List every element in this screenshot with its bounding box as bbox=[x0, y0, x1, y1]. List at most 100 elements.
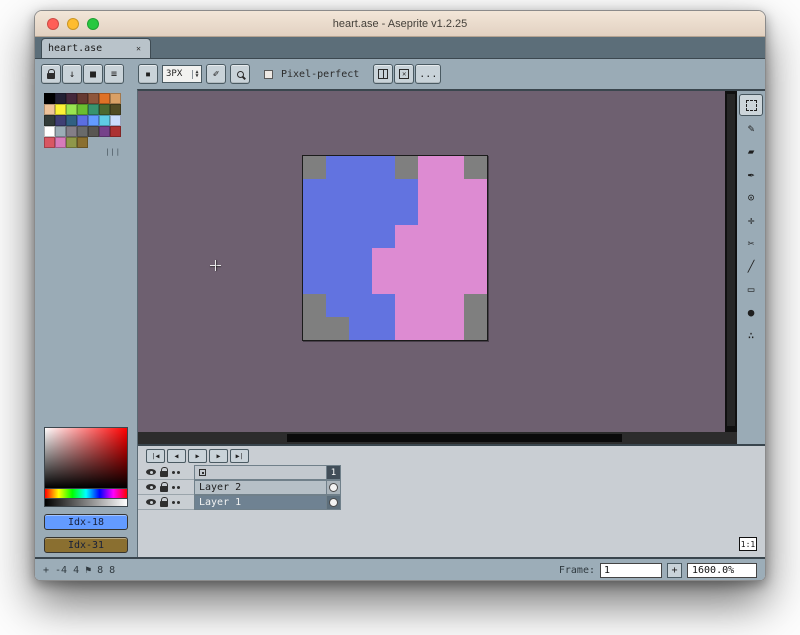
hue-slider[interactable] bbox=[44, 489, 128, 499]
palette-swatch-10[interactable] bbox=[77, 104, 88, 115]
palette-swatch-5[interactable] bbox=[99, 93, 110, 104]
sprite-pixel-7-5[interactable] bbox=[418, 317, 441, 340]
minimize-button[interactable] bbox=[67, 18, 79, 30]
sprite-pixel-3-7[interactable] bbox=[464, 225, 487, 248]
titlebar[interactable]: heart.ase - Aseprite v1.2.25 bbox=[35, 11, 765, 37]
palette-swatch-29[interactable] bbox=[55, 137, 66, 148]
layer-cel-cell[interactable] bbox=[326, 495, 341, 510]
sprite-pixel-0-0[interactable] bbox=[303, 156, 326, 179]
sprite-pixel-6-7[interactable] bbox=[464, 294, 487, 317]
sprite-pixel-6-4[interactable] bbox=[395, 294, 418, 317]
sprite-pixel-7-3[interactable] bbox=[372, 317, 395, 340]
sprite-pixel-5-4[interactable] bbox=[395, 271, 418, 294]
eraser-tool[interactable]: ▰ bbox=[739, 140, 763, 162]
slice-tool[interactable]: ✂ bbox=[739, 232, 763, 254]
sprite-pixel-2-6[interactable] bbox=[441, 202, 464, 225]
palette-swatch-4[interactable] bbox=[88, 93, 99, 104]
eyedropper-tool[interactable]: ✒ bbox=[739, 163, 763, 185]
brush-type-button[interactable]: ▪ bbox=[138, 64, 158, 84]
gray-slider[interactable] bbox=[44, 499, 128, 507]
vertical-scrollbar-thumb[interactable] bbox=[727, 94, 735, 426]
sprite-pixel-2-3[interactable] bbox=[372, 202, 395, 225]
zoom-button[interactable] bbox=[87, 18, 99, 30]
sprite-pixel-4-0[interactable] bbox=[303, 248, 326, 271]
sprite-pixel-0-2[interactable] bbox=[349, 156, 372, 179]
sprite-pixel-6-5[interactable] bbox=[418, 294, 441, 317]
sprite-pixel-4-7[interactable] bbox=[464, 248, 487, 271]
palette-swatch-20[interactable] bbox=[110, 115, 121, 126]
palette-swatch-7[interactable] bbox=[44, 104, 55, 115]
layer-visibility-toggle[interactable] bbox=[146, 499, 156, 505]
contour-tool[interactable]: ● bbox=[739, 301, 763, 323]
sprite-pixel-0-6[interactable] bbox=[441, 156, 464, 179]
prev-frame-button[interactable]: ◀ bbox=[167, 449, 186, 463]
sprite-pixel-0-3[interactable] bbox=[372, 156, 395, 179]
palette-swatch-25[interactable] bbox=[88, 126, 99, 137]
sprite-pixel-2-5[interactable] bbox=[418, 202, 441, 225]
sprite-pixel-1-5[interactable] bbox=[418, 179, 441, 202]
close-button[interactable] bbox=[47, 18, 59, 30]
symmetry-horizontal-button[interactable] bbox=[373, 64, 393, 84]
sprite-pixel-7-4[interactable] bbox=[395, 317, 418, 340]
palette-swatch-6[interactable] bbox=[110, 93, 121, 104]
sprite-pixel-2-1[interactable] bbox=[326, 202, 349, 225]
ink-button[interactable]: ✐ bbox=[206, 64, 226, 84]
sprite-pixel-5-2[interactable] bbox=[349, 271, 372, 294]
sprite-pixel-5-7[interactable] bbox=[464, 271, 487, 294]
add-frame-button[interactable]: + bbox=[667, 563, 682, 578]
sprite-pixel-1-0[interactable] bbox=[303, 179, 326, 202]
layer-link-dots[interactable] bbox=[172, 501, 180, 504]
layer-lock-toggle[interactable] bbox=[160, 501, 168, 507]
sprite-pixel-3-1[interactable] bbox=[326, 225, 349, 248]
palette-swatch-23[interactable] bbox=[66, 126, 77, 137]
more-options-button[interactable]: ... bbox=[415, 64, 441, 84]
horizontal-scrollbar-thumb[interactable] bbox=[287, 434, 622, 442]
first-frame-button[interactable]: |◀ bbox=[146, 449, 165, 463]
layer-name-cell[interactable]: Layer 1 bbox=[194, 495, 326, 510]
zoom-tool[interactable]: ⊙ bbox=[739, 186, 763, 208]
sprite-pixel-1-7[interactable] bbox=[464, 179, 487, 202]
zoom-level-display[interactable]: 1600.0% bbox=[687, 563, 757, 578]
sprite-pixel-0-5[interactable] bbox=[418, 156, 441, 179]
tab-close-icon[interactable]: ✕ bbox=[133, 43, 144, 54]
cel-indicator[interactable] bbox=[329, 483, 338, 492]
sprite-pixel-3-4[interactable] bbox=[395, 225, 418, 248]
sprite-pixel-3-2[interactable] bbox=[349, 225, 372, 248]
pixel-perfect-checkbox[interactable] bbox=[264, 70, 273, 79]
palette-swatch-17[interactable] bbox=[77, 115, 88, 126]
sprite-pixel-1-4[interactable] bbox=[395, 179, 418, 202]
pencil-tool[interactable]: ✎ bbox=[739, 117, 763, 139]
sprite-pixel-0-4[interactable] bbox=[395, 156, 418, 179]
sprite-pixel-4-2[interactable] bbox=[349, 248, 372, 271]
palette-swatch-19[interactable] bbox=[99, 115, 110, 126]
link-dots-icon[interactable] bbox=[172, 471, 180, 474]
palette-swatch-14[interactable] bbox=[44, 115, 55, 126]
sprite-pixel-5-3[interactable] bbox=[372, 271, 395, 294]
sprite-pixel-2-2[interactable] bbox=[349, 202, 372, 225]
palette-swatch-1[interactable] bbox=[55, 93, 66, 104]
sprite-pixel-5-5[interactable] bbox=[418, 271, 441, 294]
saturation-value-area[interactable] bbox=[44, 427, 128, 489]
sprite-pixel-5-0[interactable] bbox=[303, 271, 326, 294]
palette-resize-handle[interactable]: ||| bbox=[44, 148, 121, 156]
next-frame-button[interactable]: ▶ bbox=[209, 449, 228, 463]
background-color-button[interactable]: Idx-31 bbox=[44, 537, 128, 553]
palette-swatch-15[interactable] bbox=[55, 115, 66, 126]
sprite-pixel-1-1[interactable] bbox=[326, 179, 349, 202]
palette-presets-button[interactable]: ■ bbox=[83, 64, 103, 84]
sprite-pixel-1-3[interactable] bbox=[372, 179, 395, 202]
sprite-pixel-2-7[interactable] bbox=[464, 202, 487, 225]
sprite-pixel-6-1[interactable] bbox=[326, 294, 349, 317]
palette-swatch-28[interactable] bbox=[44, 137, 55, 148]
palette-swatch-18[interactable] bbox=[88, 115, 99, 126]
sprite-pixel-7-7[interactable] bbox=[464, 317, 487, 340]
palette-sort-button[interactable]: ↓ bbox=[62, 64, 82, 84]
line-tool[interactable]: ╱ bbox=[739, 255, 763, 277]
layer-link-dots[interactable] bbox=[172, 486, 180, 489]
brush-size-spinner[interactable]: ▲ ▼ bbox=[192, 70, 201, 79]
symmetry-vertical-button[interactable]: ✕ bbox=[394, 64, 414, 84]
palette-swatch-3[interactable] bbox=[77, 93, 88, 104]
sprite-pixel-4-4[interactable] bbox=[395, 248, 418, 271]
sprite-pixel-6-2[interactable] bbox=[349, 294, 372, 317]
eye-icon[interactable] bbox=[146, 469, 156, 475]
